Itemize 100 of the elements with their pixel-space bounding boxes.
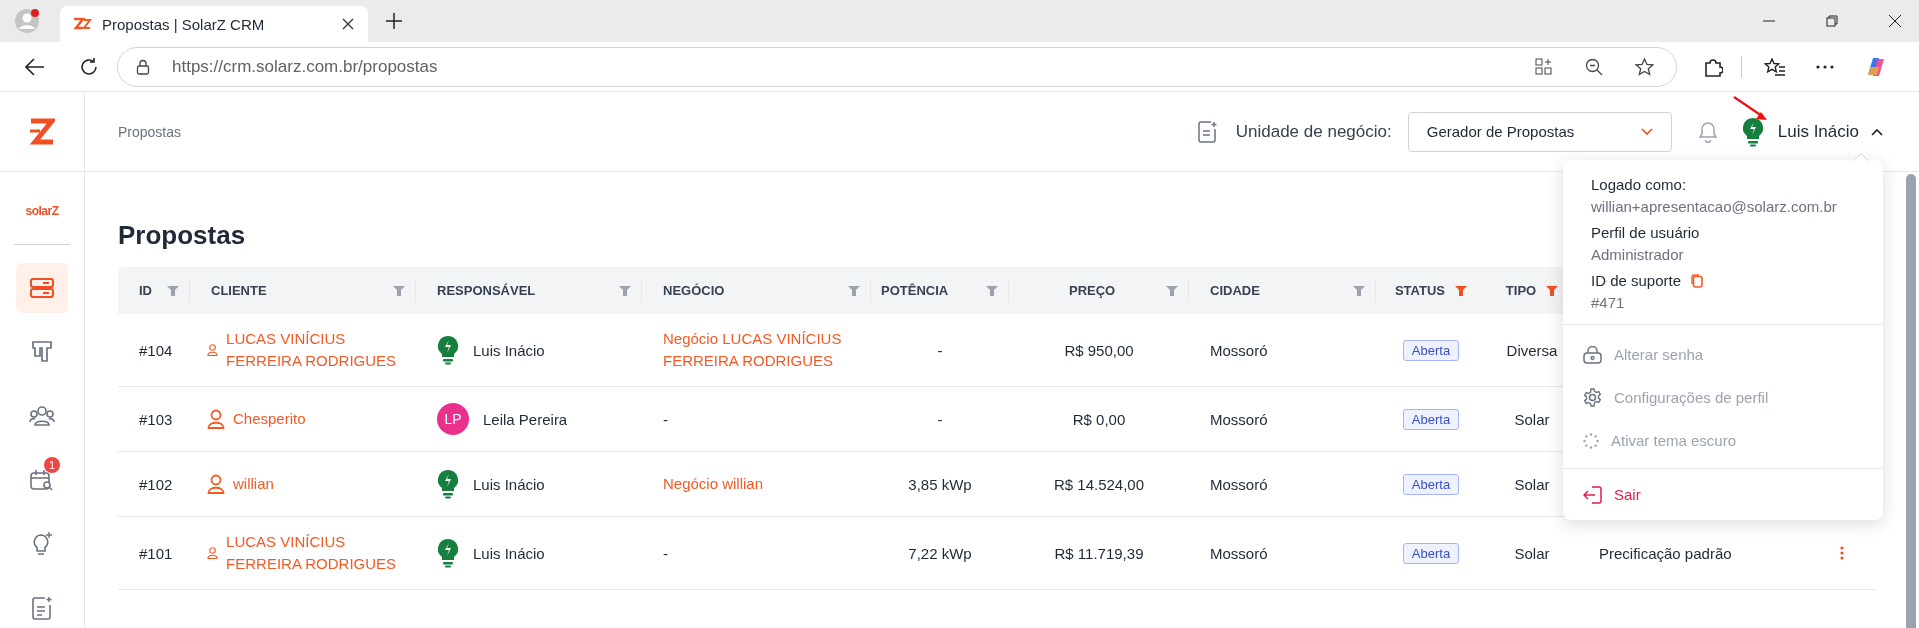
reload-icon[interactable] [79,56,99,77]
table-cell: #103 [139,410,173,428]
table-cell: Precificação padrão [1599,544,1732,562]
filter-icon[interactable] [167,285,179,296]
user-avatar: LP [437,403,469,435]
list-icon [29,277,55,299]
filter-icon[interactable] [1455,285,1468,296]
menu-label: Logado como: [1591,176,1688,193]
business-unit-label: Unidade de negócio: [1235,121,1392,142]
column-header[interactable]: POTÊNCIA [881,283,949,298]
table-cell: Solar [1514,544,1550,562]
table-cell: #102 [139,475,173,493]
table-cell: - [663,544,668,562]
filter-icon[interactable] [1546,285,1559,296]
table-cell: Mossoró [1210,475,1268,493]
table-cell: Leila Pereira [483,410,568,428]
column-header[interactable]: PREÇO [1069,283,1116,298]
filter-icon[interactable] [393,285,405,296]
table-cell: Luis Inácio [473,544,545,562]
filter-icon[interactable] [619,285,631,296]
table-cell: Luis Inácio [473,475,545,493]
back-icon[interactable] [25,57,45,76]
puzzle-icon[interactable] [1703,56,1723,77]
new-tab-icon[interactable] [386,13,402,29]
kebab-menu-icon[interactable] [1840,546,1844,560]
client-link[interactable]: Chesperito [233,408,306,430]
table-cell: Mossoró [1210,410,1268,428]
tab-title: Propostas | SolarZ CRM [102,15,266,33]
loading-dots-icon [1583,432,1599,449]
support-id: #471 [1591,294,1626,311]
table-cell: Solar [1514,475,1550,493]
table-cell: - [937,341,943,359]
board-icon [31,340,53,364]
column-header[interactable]: RESPONSÁVEL [437,283,536,298]
more-icon[interactable] [1816,64,1834,69]
client-link[interactable]: willian [233,473,274,495]
annotation-arrow [1733,96,1769,122]
business-unit-select[interactable]: Gerador de Propostas [1407,111,1672,152]
table-cell: Mossoró [1210,341,1268,359]
settings-icon [1583,388,1602,407]
table-cell: #104 [139,341,173,359]
favicon-icon [72,17,92,31]
note-icon[interactable] [1197,120,1218,143]
logout-icon [1583,485,1602,504]
table-cell: R$ 0,00 [1072,410,1126,428]
user-email: willian+apresentacao@solarz.com.br [1591,198,1838,215]
sidebar-item[interactable] [16,263,68,313]
deal-link[interactable]: Negócio willian [663,473,764,495]
client-link[interactable]: LUCAS VINÍCIUS FERREIRA RODRIGUES [226,328,406,372]
column-header[interactable]: ID [139,283,152,298]
column-header[interactable]: TIPO [1505,283,1537,298]
browser-tab[interactable]: Propostas | SolarZ CRM [60,6,368,42]
sidebar-item[interactable]: 1 [16,455,68,505]
close-icon[interactable] [1889,15,1901,27]
restore-icon[interactable] [1826,15,1838,27]
user-name[interactable]: Luis Inácio [1777,121,1859,142]
chevron-down-icon [1640,127,1653,136]
status-badge: Aberta [1402,408,1460,430]
logo-icon[interactable] [29,117,55,146]
table-cell: - [937,410,943,428]
status-badge: Aberta [1402,542,1460,564]
filter-icon[interactable] [1166,285,1178,296]
logout-item[interactable]: Sair [1583,473,1863,516]
user-avatar-icon [437,538,459,568]
bell-icon[interactable] [1697,120,1718,143]
close-icon[interactable] [342,18,354,30]
table-cell: R$ 11.719,39 [1054,544,1144,562]
user-avatar-icon[interactable] [1741,116,1764,147]
user-avatar-icon [437,469,459,499]
column-header[interactable]: NEGÓCIO [663,283,725,298]
menu-label: ID de suporte [1591,272,1682,289]
column-header[interactable]: CIDADE [1210,283,1260,298]
column-header[interactable]: STATUS [1394,283,1446,298]
deal-link[interactable]: Negócio LUCAS VINÍCIUS FERREIRA RODRIGUES [663,328,861,372]
filter-icon[interactable] [848,285,860,296]
favorites-icon[interactable] [1764,57,1786,76]
star-icon[interactable] [1635,57,1654,76]
table-cell: Luis Inácio [473,341,545,359]
copy-icon[interactable] [1691,273,1704,288]
lightbulb-icon [31,531,53,557]
filter-icon[interactable] [1353,285,1365,296]
filter-icon[interactable] [986,285,998,296]
people-icon [29,405,55,427]
user-role: Administrador [1591,246,1685,263]
table-cell: 7,22 kWp [908,544,972,562]
menu-label: Perfil de usuário [1591,224,1701,241]
scrollbar-thumb[interactable] [1906,174,1916,628]
zoom-out-icon[interactable] [1585,57,1603,76]
table-cell: R$ 14.524,00 [1053,475,1145,493]
note-icon [31,596,53,620]
person-icon [207,474,225,494]
app-grid-icon[interactable] [1535,57,1553,76]
client-link[interactable]: LUCAS VINÍCIUS FERREIRA RODRIGUES [226,531,406,575]
table-cell: - [663,410,668,428]
chevron-icon[interactable] [1871,127,1883,136]
status-badge: Aberta [1402,339,1460,361]
table-cell: 3,85 kWp [908,475,972,493]
breadcrumb[interactable]: Propostas [118,123,182,140]
column-header[interactable]: CLIENTE [211,283,267,298]
profile-avatar-icon[interactable] [14,8,40,34]
